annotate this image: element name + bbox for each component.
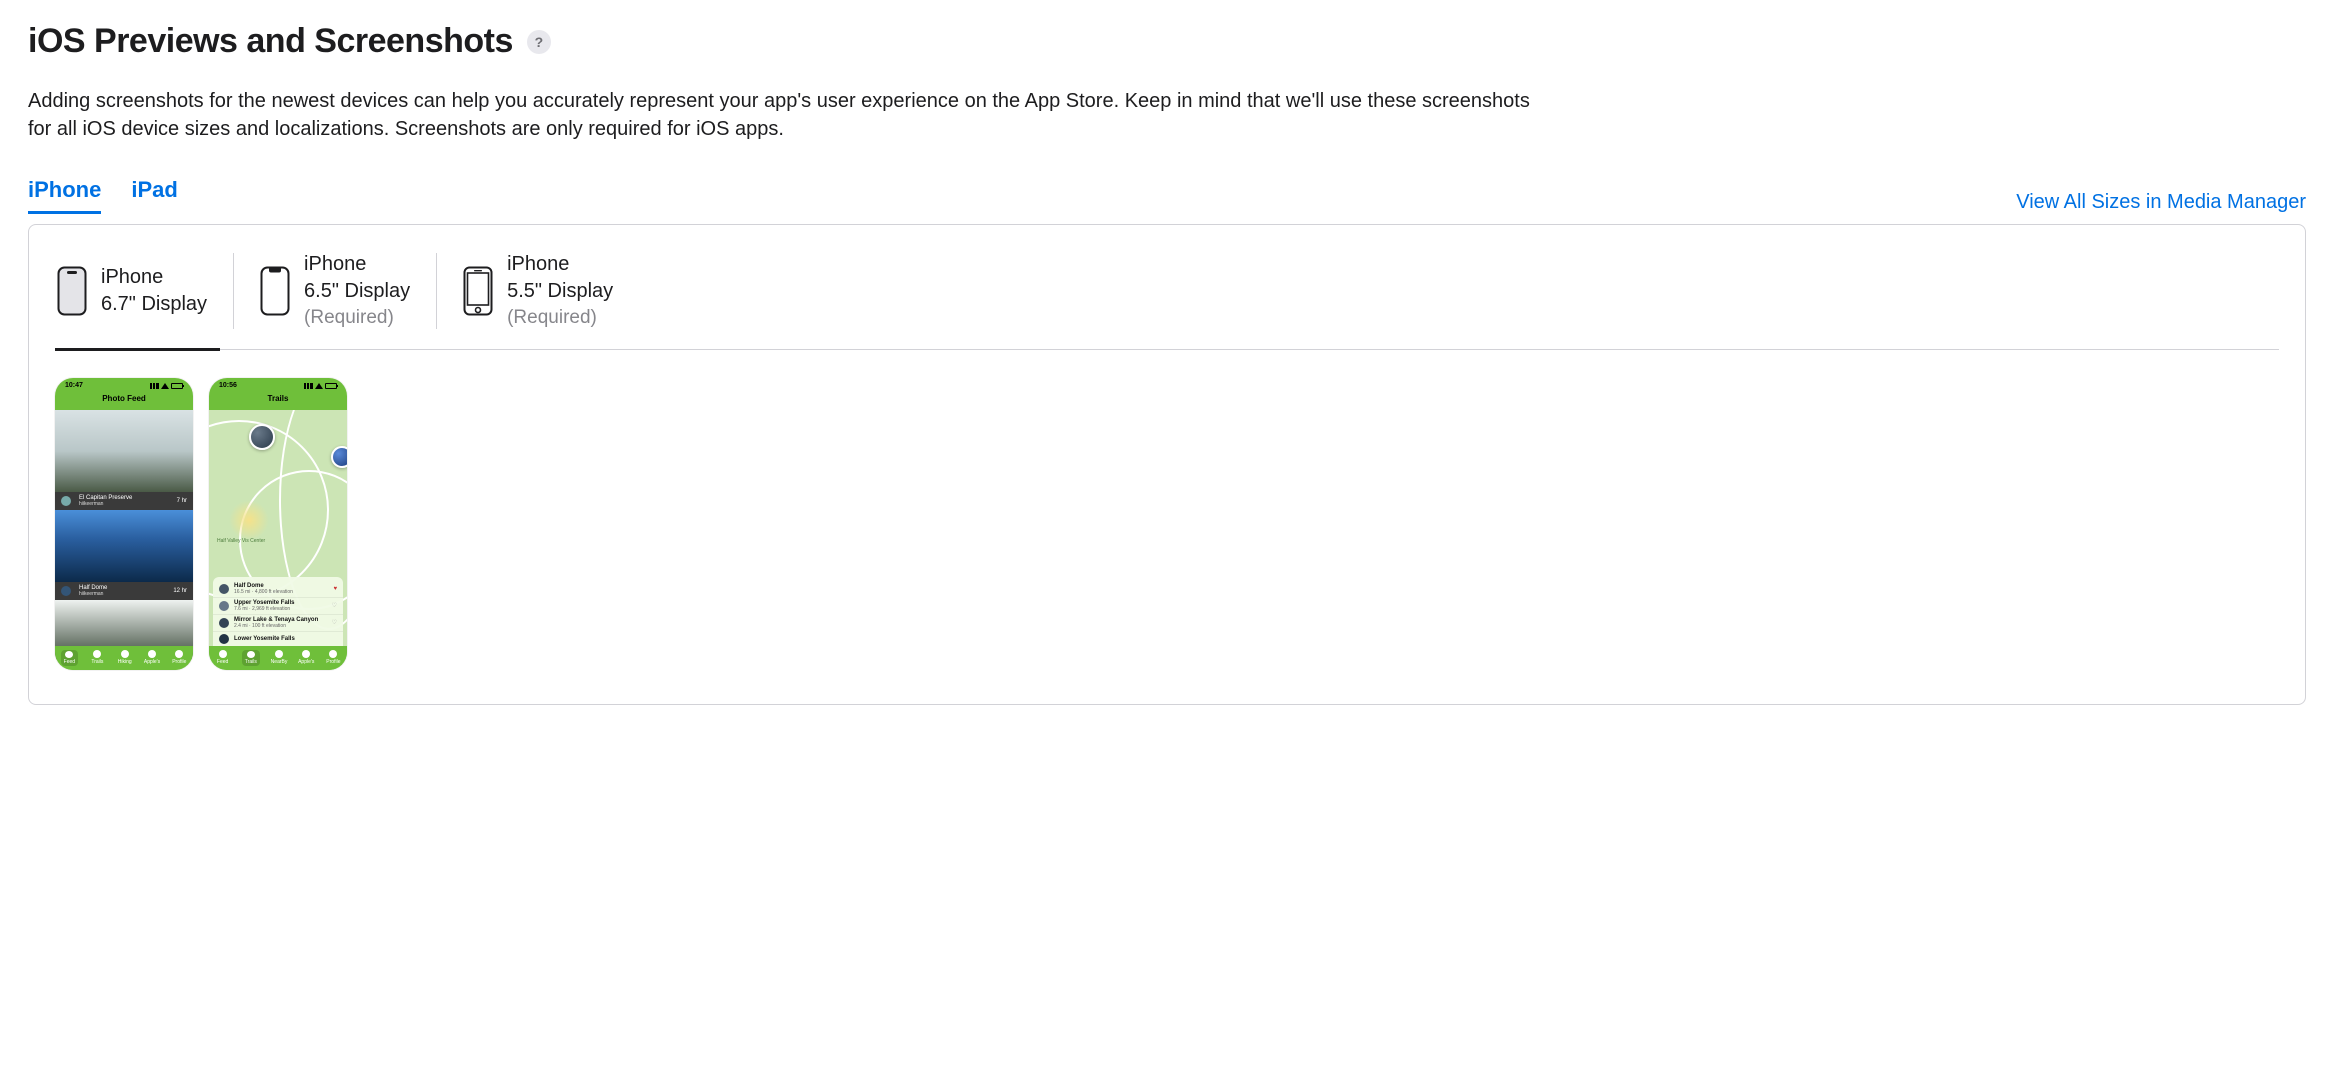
mock-statusbar: 10:56: [209, 378, 347, 394]
tab-iphone[interactable]: iPhone: [28, 177, 101, 214]
section-description: Adding screenshots for the newest device…: [28, 87, 1538, 143]
help-icon[interactable]: ?: [527, 30, 551, 54]
mock-card-subtitle: hiikeerman: [79, 591, 107, 597]
device-name: iPhone: [507, 251, 613, 278]
device-underline-active: [55, 348, 220, 351]
mock-card-age: 7 hr: [177, 498, 187, 504]
mock-tabbar: Feed Trails Hiking Apple's Profile: [55, 646, 193, 670]
view-all-sizes-link[interactable]: View All Sizes in Media Manager: [2016, 191, 2306, 214]
device-display: 6.7" Display: [101, 291, 207, 318]
mock-tabbar: Feed Trails NearBy Apple's Profile: [209, 646, 347, 670]
platform-tabs: iPhone iPad: [28, 177, 178, 214]
device-display: 6.5" Display: [304, 278, 410, 305]
iphone-dynamic-island-icon: [57, 266, 87, 316]
device-required: (Required): [507, 305, 613, 331]
device-underline-track: [55, 349, 2279, 350]
mock-time: 10:47: [65, 382, 83, 389]
device-size-5-5[interactable]: iPhone 5.5" Display (Required): [437, 251, 639, 331]
screenshot-thumb-1[interactable]: 10:47 Photo Feed El Capitan Preservehiik…: [55, 378, 193, 670]
screenshot-thumb-2[interactable]: 10:56 Trails Half Valley Vis Center Half…: [209, 378, 347, 670]
device-name: iPhone: [101, 264, 207, 291]
screenshots-panel: iPhone 6.7" Display iPhone 6.5" Display …: [28, 224, 2306, 705]
mock-card-subtitle: hiikeerman: [79, 501, 132, 507]
mock-time: 10:56: [219, 382, 237, 389]
mock-card-age: 12 hr: [173, 588, 187, 594]
mock-statusbar: 10:47: [55, 378, 193, 394]
mock-map-label: Half Valley Vis Center: [217, 538, 265, 544]
iphone-notch-icon: [260, 266, 290, 316]
mock-screen-title: Photo Feed: [55, 394, 193, 407]
iphone-homebutton-icon: [463, 266, 493, 316]
page-title: iOS Previews and Screenshots: [28, 22, 513, 61]
mock-screen-title: Trails: [209, 394, 347, 407]
device-size-6-7[interactable]: iPhone 6.7" Display: [55, 251, 233, 331]
device-required: (Required): [304, 305, 410, 331]
device-size-6-5[interactable]: iPhone 6.5" Display (Required): [234, 251, 436, 331]
device-display: 5.5" Display: [507, 278, 613, 305]
device-name: iPhone: [304, 251, 410, 278]
tab-ipad[interactable]: iPad: [131, 177, 177, 214]
